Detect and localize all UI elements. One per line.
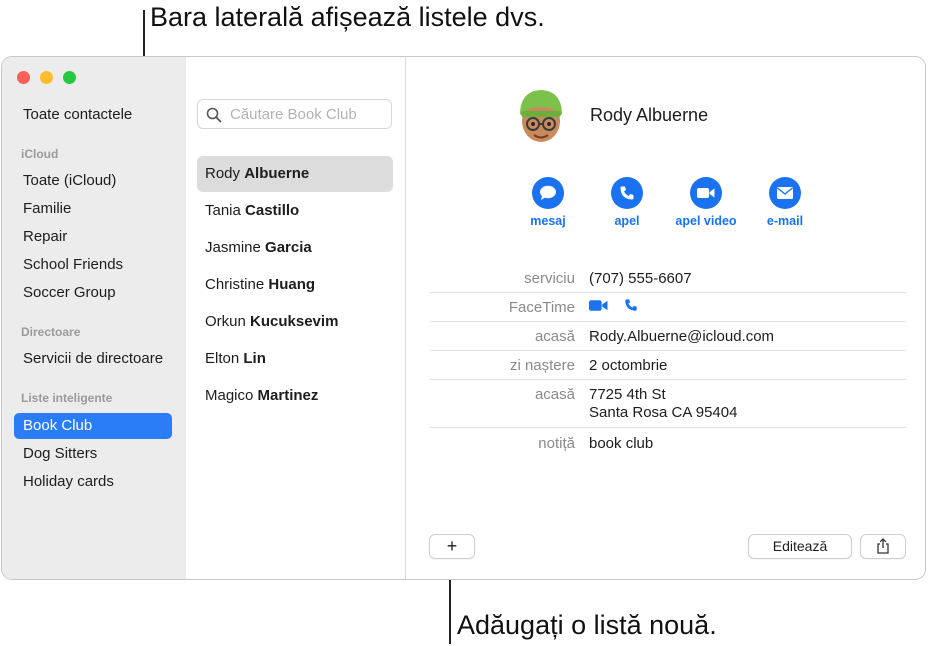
facetime-video-icon[interactable] bbox=[589, 299, 608, 316]
divider bbox=[430, 350, 906, 351]
search-field[interactable]: Căutare Book Club bbox=[197, 99, 392, 129]
minimize-window-button[interactable] bbox=[40, 71, 53, 84]
sidebar: Toate contactele iCloud Toate (iCloud) F… bbox=[2, 57, 186, 579]
sidebar-item-soccer-group[interactable]: Soccer Group bbox=[14, 280, 172, 306]
share-icon bbox=[876, 538, 890, 561]
home-address-line2[interactable]: Santa Rosa CA 95404 bbox=[589, 404, 737, 421]
call-label: apel bbox=[614, 214, 640, 228]
contact-first-name: Tania bbox=[205, 202, 241, 219]
contact-last-name: Castillo bbox=[245, 202, 300, 219]
contact-detail: Rody Albuerne mesaj apel apel video e-ma… bbox=[406, 57, 925, 579]
contact-name: Rody Albuerne bbox=[590, 105, 709, 125]
sidebar-item-school-friends[interactable]: School Friends bbox=[14, 252, 172, 278]
facetime-label: FaceTime bbox=[508, 299, 575, 316]
note-label: notiță bbox=[538, 435, 575, 452]
contact-last-name: Lin bbox=[243, 350, 266, 367]
divider bbox=[430, 427, 906, 428]
contact-row[interactable]: Jasmine Garcia bbox=[197, 230, 393, 266]
home-email-label: acasă bbox=[534, 328, 575, 345]
email-action[interactable]: e-mail bbox=[745, 177, 825, 228]
sidebar-item-directory-services[interactable]: Servicii de directoare bbox=[14, 346, 172, 372]
birthday-value: 2 octombrie bbox=[589, 357, 668, 374]
envelope-icon bbox=[769, 177, 801, 209]
divider bbox=[430, 292, 906, 293]
add-list-callout: Adăugați o listă nouă. bbox=[457, 610, 717, 640]
facetime-audio-icon[interactable] bbox=[624, 298, 638, 316]
edit-button[interactable]: Editează bbox=[748, 534, 852, 559]
sidebar-item-dog-sitters[interactable]: Dog Sitters bbox=[14, 441, 172, 467]
video-call-action[interactable]: apel video bbox=[666, 177, 746, 228]
home-address-line1[interactable]: 7725 4th St bbox=[589, 386, 666, 403]
contact-last-name: Kucuksevim bbox=[250, 313, 339, 330]
work-phone-value[interactable]: (707) 555-6607 bbox=[589, 270, 692, 287]
contact-first-name: Christine bbox=[205, 276, 265, 293]
sidebar-item-holiday-cards[interactable]: Holiday cards bbox=[14, 469, 172, 495]
contact-row[interactable]: Christine Huang bbox=[197, 267, 393, 303]
video-call-label: apel video bbox=[675, 214, 737, 228]
message-label: mesaj bbox=[530, 214, 566, 228]
divider bbox=[430, 379, 906, 380]
email-label: e-mail bbox=[766, 214, 804, 228]
contact-first-name: Rody bbox=[205, 165, 241, 182]
sidebar-callout: Bara laterală afișează listele dvs. bbox=[150, 2, 545, 32]
contact-first-name: Jasmine bbox=[205, 239, 261, 256]
divider bbox=[430, 321, 906, 322]
note-value: book club bbox=[589, 435, 654, 452]
call-action[interactable]: apel bbox=[587, 177, 667, 228]
work-phone-label: serviciu bbox=[524, 270, 575, 287]
sidebar-item-family[interactable]: Familie bbox=[14, 196, 172, 222]
message-action[interactable]: mesaj bbox=[508, 177, 588, 228]
search-icon bbox=[206, 107, 222, 128]
add-list-button[interactable]: + bbox=[429, 534, 475, 559]
contact-list: Căutare Book Club Rody Albuerne Tania Ca… bbox=[186, 57, 406, 579]
contact-row[interactable]: Rody Albuerne bbox=[197, 156, 393, 192]
home-email-value[interactable]: Rody.Albuerne@icloud.com bbox=[589, 328, 774, 345]
contact-last-name: Martinez bbox=[257, 387, 319, 404]
home-address-label: acasă bbox=[534, 386, 575, 403]
contact-row[interactable]: Tania Castillo bbox=[197, 193, 393, 229]
contacts-window: Toate contactele iCloud Toate (iCloud) F… bbox=[1, 56, 926, 580]
phone-icon bbox=[611, 177, 643, 209]
search-placeholder: Căutare Book Club bbox=[230, 106, 357, 123]
contact-row[interactable]: Magico Martinez bbox=[197, 378, 393, 414]
maximize-window-button[interactable] bbox=[63, 71, 76, 84]
contact-last-name: Albuerne bbox=[244, 165, 310, 182]
share-button[interactable] bbox=[860, 534, 906, 559]
contact-first-name: Magico bbox=[205, 387, 254, 404]
sidebar-header-smart-lists: Liste inteligente bbox=[21, 391, 113, 405]
contact-first-name: Elton bbox=[205, 350, 240, 367]
close-window-button[interactable] bbox=[17, 71, 30, 84]
contact-last-name: Garcia bbox=[265, 239, 312, 256]
sidebar-item-all-contacts[interactable]: Toate contactele bbox=[14, 102, 172, 128]
facetime-actions bbox=[589, 298, 638, 316]
video-camera-icon bbox=[690, 177, 722, 209]
sidebar-item-all-icloud[interactable]: Toate (iCloud) bbox=[14, 168, 172, 194]
avatar bbox=[514, 85, 568, 145]
sidebar-header-directories: Directoare bbox=[21, 325, 81, 339]
birthday-label: zi naștere bbox=[509, 357, 575, 374]
contact-row[interactable]: Elton Lin bbox=[197, 341, 393, 377]
sidebar-item-book-club[interactable]: Book Club bbox=[14, 413, 172, 439]
sidebar-item-repair[interactable]: Repair bbox=[14, 224, 172, 250]
contact-row[interactable]: Orkun Kucuksevim bbox=[197, 304, 393, 340]
sidebar-header-icloud: iCloud bbox=[21, 147, 59, 161]
message-icon bbox=[532, 177, 564, 209]
contact-first-name: Orkun bbox=[205, 313, 246, 330]
contact-last-name: Huang bbox=[268, 276, 316, 293]
